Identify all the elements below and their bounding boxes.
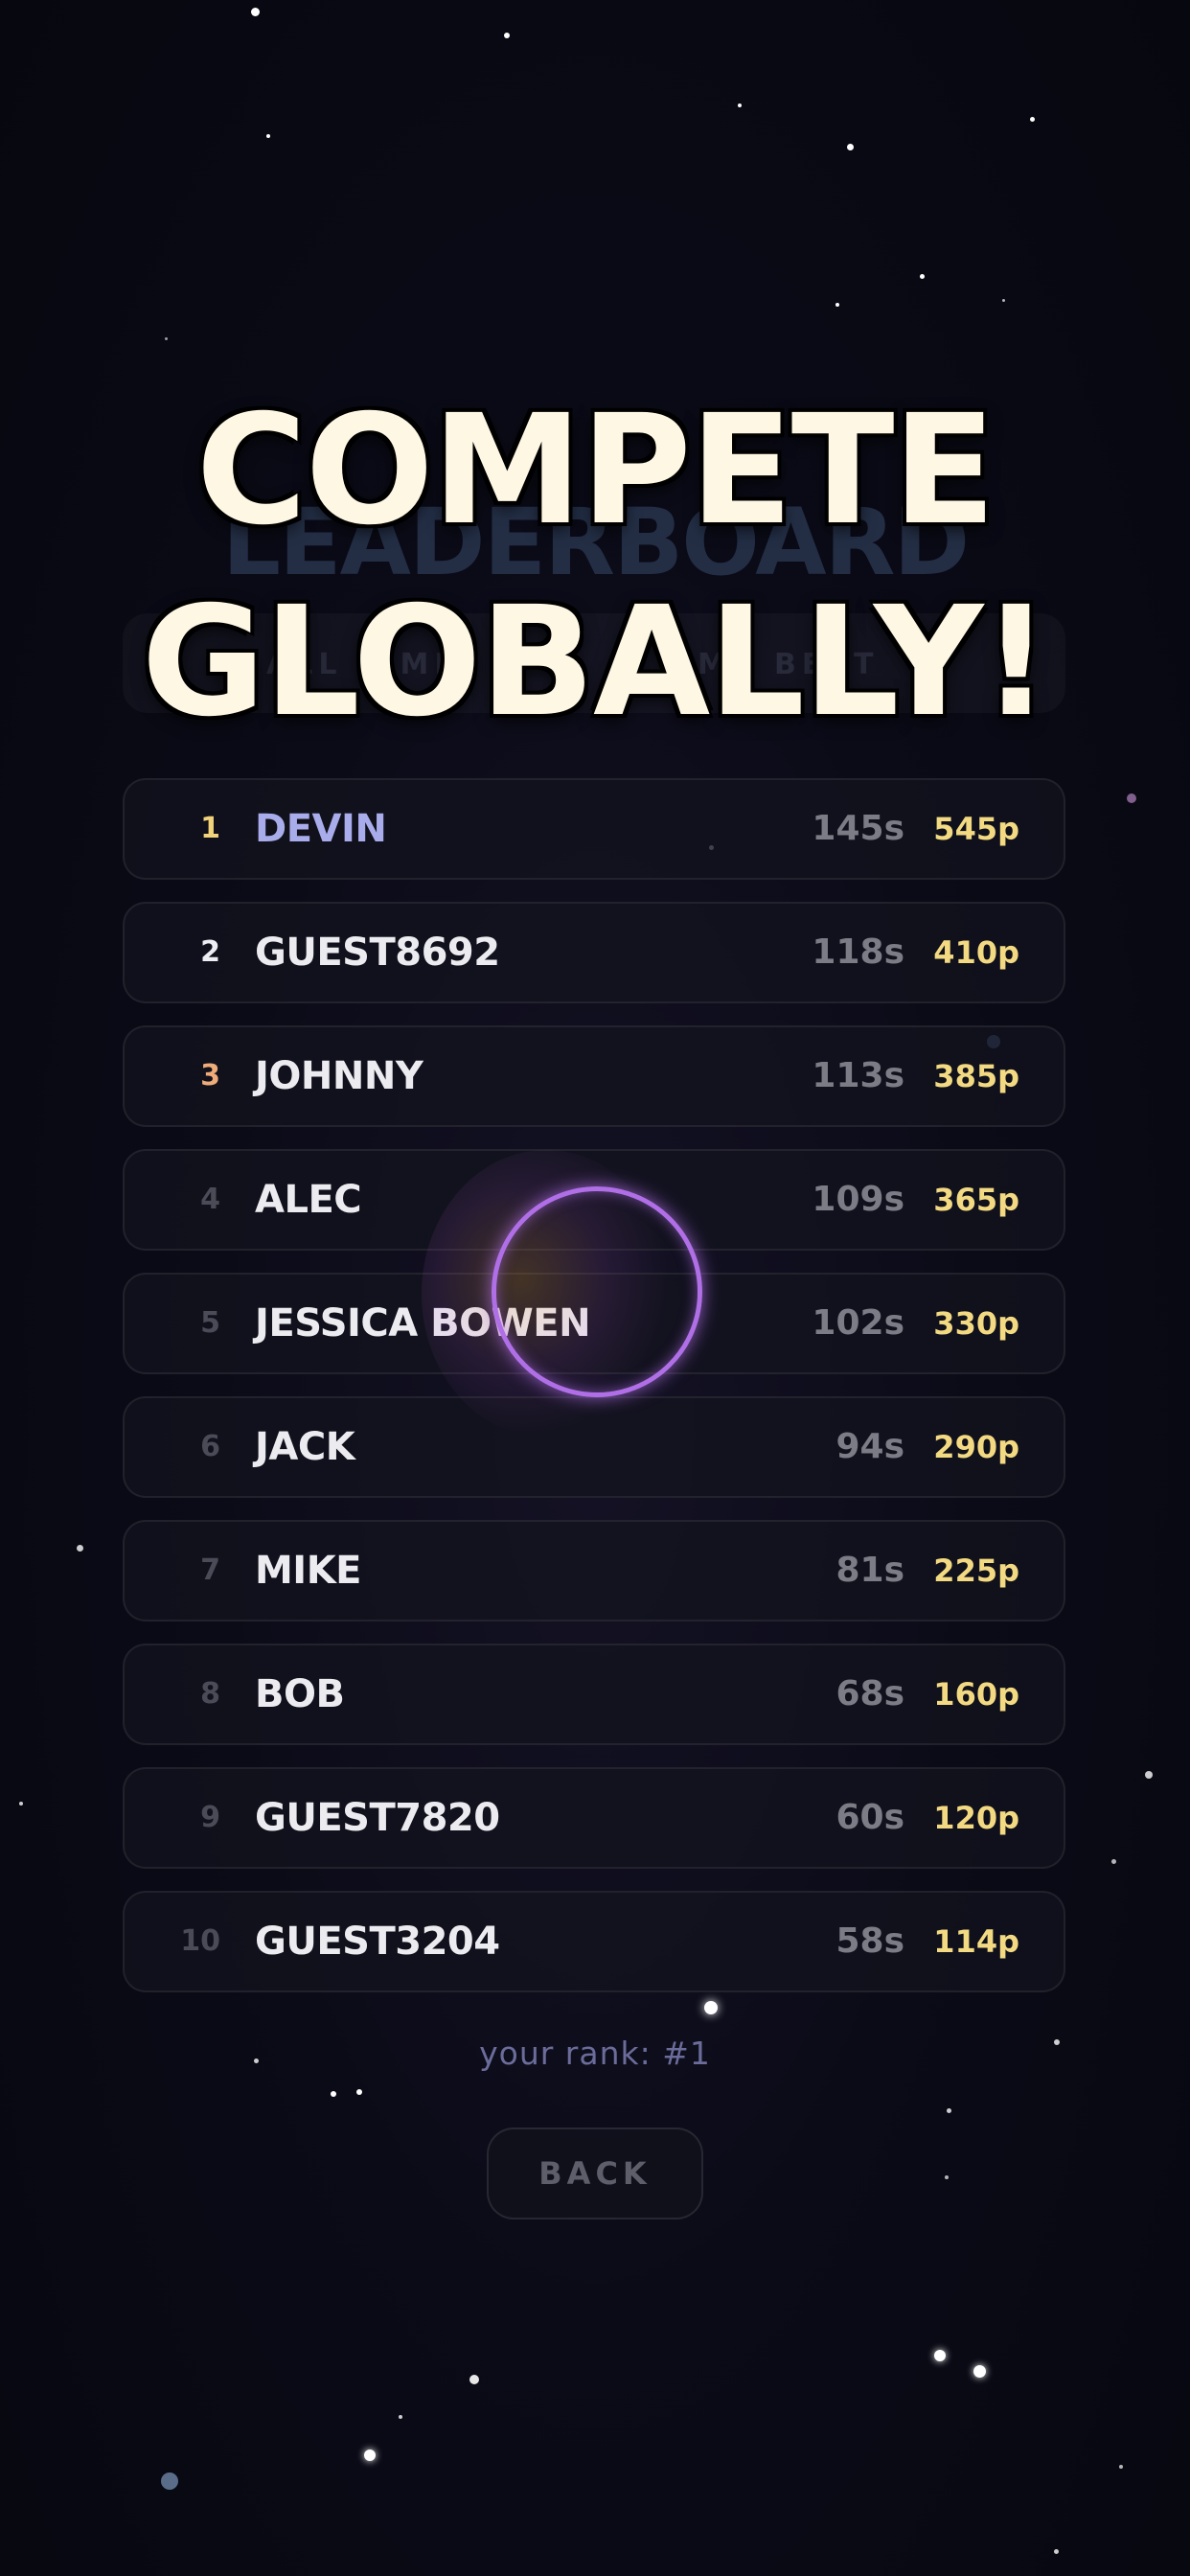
- your-rank-label: your rank: #1: [479, 2035, 711, 2072]
- player-time: 60s: [835, 1798, 904, 1837]
- player-score: 545p: [933, 811, 1019, 847]
- star: [1119, 2465, 1123, 2469]
- headline-line-1: COMPETE: [195, 382, 996, 559]
- star: [973, 2365, 986, 2378]
- rank-number: 2: [200, 935, 220, 969]
- player-name: GUEST7820: [255, 1796, 500, 1840]
- leaderboard-row: 1 DEVIN 145s 545p: [123, 778, 1065, 880]
- star: [504, 33, 510, 38]
- rank-number: 9: [200, 1801, 220, 1834]
- star: [1054, 2549, 1059, 2554]
- player-time: 145s: [812, 809, 904, 848]
- star: [161, 2472, 178, 2490]
- star: [266, 134, 270, 138]
- rank-number: 8: [200, 1677, 220, 1711]
- player-time: 68s: [835, 1674, 904, 1714]
- rank-number: 6: [200, 1430, 220, 1463]
- rank-number: 3: [200, 1059, 220, 1092]
- star: [934, 2350, 946, 2361]
- player-name: JOHNNY: [255, 1054, 423, 1098]
- player-score: 365p: [933, 1182, 1019, 1218]
- player-name: MIKE: [255, 1549, 362, 1593]
- star: [847, 144, 854, 150]
- player-time: 118s: [812, 932, 904, 972]
- star: [19, 1802, 23, 1806]
- star: [364, 2450, 376, 2461]
- leaderboard-row: 9 GUEST7820 60s 120p: [123, 1767, 1065, 1869]
- player-name: BOB: [255, 1672, 345, 1716]
- player-time: 113s: [812, 1056, 904, 1095]
- star: [399, 2415, 402, 2419]
- star: [835, 303, 839, 307]
- star: [945, 2175, 949, 2179]
- star: [331, 2091, 336, 2097]
- player-name: GUEST8692: [255, 931, 500, 975]
- rank-number: 1: [200, 812, 220, 845]
- player-score: 410p: [933, 934, 1019, 971]
- star: [77, 1545, 83, 1552]
- star: [1030, 117, 1035, 122]
- rank-number: 7: [200, 1553, 220, 1587]
- player-time: 58s: [835, 1921, 904, 1961]
- player-score: 160p: [933, 1676, 1019, 1713]
- leaderboard-row: 2 GUEST8692 118s 410p: [123, 902, 1065, 1003]
- player-time: 94s: [835, 1427, 904, 1466]
- back-button[interactable]: BACK: [487, 2128, 703, 2220]
- leaderboard-row: 3 JOHNNY 113s 385p: [123, 1025, 1065, 1127]
- player-time: 81s: [835, 1551, 904, 1590]
- star: [920, 274, 925, 279]
- player-score: 120p: [933, 1800, 1019, 1836]
- player-score: 114p: [933, 1923, 1019, 1960]
- star: [1127, 794, 1136, 803]
- star: [1002, 299, 1005, 302]
- star: [947, 2108, 951, 2113]
- player-name: ALEC: [255, 1178, 362, 1222]
- star: [165, 337, 168, 340]
- rank-number: 10: [180, 1924, 220, 1958]
- player-score: 385p: [933, 1058, 1019, 1094]
- leaderboard-row: 7 MIKE 81s 225p: [123, 1520, 1065, 1622]
- star: [356, 2089, 362, 2095]
- player-name: DEVIN: [255, 807, 387, 851]
- player-name: JACK: [255, 1425, 355, 1469]
- star: [1111, 1859, 1116, 1864]
- player-score: 290p: [933, 1429, 1019, 1465]
- leaderboard-row: 10 GUEST3204 58s 114p: [123, 1891, 1065, 1992]
- rank-number: 5: [200, 1306, 220, 1340]
- player-score: 225p: [933, 1552, 1019, 1589]
- player-name: GUEST3204: [255, 1920, 500, 1964]
- player-time: 109s: [812, 1180, 904, 1219]
- star: [738, 104, 742, 107]
- rank-number: 4: [200, 1183, 220, 1216]
- star: [251, 8, 260, 16]
- headline-line-2: GLOBALLY!: [141, 574, 1051, 750]
- player-score: 330p: [933, 1305, 1019, 1342]
- leaderboard-row: 8 BOB 68s 160p: [123, 1644, 1065, 1745]
- player-time: 102s: [812, 1303, 904, 1343]
- star: [469, 2375, 479, 2384]
- portal-ring-icon: [492, 1186, 702, 1397]
- star: [1145, 1771, 1153, 1779]
